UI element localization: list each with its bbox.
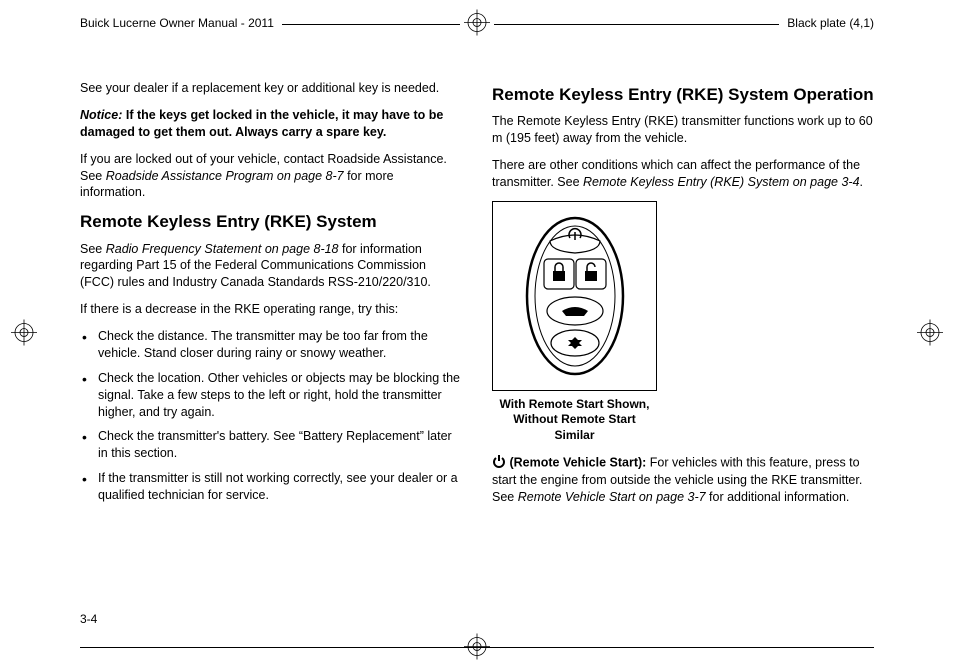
bullet-list: Check the distance. The transmitter may … [98, 328, 462, 504]
remote-start-icon [492, 454, 506, 473]
left-column: See your dealer if a replacement key or … [80, 80, 462, 608]
keyfob-illustration [492, 201, 657, 391]
footer-rule [80, 647, 874, 648]
header-right: Black plate (4,1) [779, 16, 874, 30]
body-text: The Remote Keyless Entry (RKE) transmitt… [492, 113, 874, 147]
content-columns: See your dealer if a replacement key or … [80, 80, 874, 608]
body-text: See Radio Frequency Statement on page 8‑… [80, 241, 462, 292]
body-text: (Remote Vehicle Start): For vehicles wit… [492, 454, 874, 507]
page-number: 3-4 [80, 612, 97, 626]
list-item: Check the transmitter's battery. See “Ba… [98, 428, 462, 462]
plate-info: Black plate (4,1) [779, 16, 874, 30]
remote-start-label: (Remote Vehicle Start): [506, 455, 646, 469]
notice-paragraph: Notice: If the keys get locked in the ve… [80, 107, 462, 141]
registration-mark-bottom [464, 634, 490, 663]
figure-caption: With Remote Start Shown, Without Remote … [492, 397, 657, 444]
text-fragment: See [80, 242, 106, 256]
body-text: See your dealer if a replacement key or … [80, 80, 462, 97]
list-item: Check the location. Other vehicles or ob… [98, 370, 462, 421]
text-fragment: . [860, 175, 863, 189]
list-item: If the transmitter is still not working … [98, 470, 462, 504]
registration-mark-left [11, 320, 37, 349]
cross-reference: Remote Keyless Entry (RKE) System on pag… [583, 175, 860, 189]
notice-label: Notice: [80, 108, 122, 122]
cross-reference: Remote Vehicle Start on page 3‑7 [518, 490, 706, 504]
body-text: If you are locked out of your vehicle, c… [80, 151, 462, 202]
manual-page: Buick Lucerne Owner Manual - 2011 Black … [0, 0, 954, 668]
registration-mark-right [917, 320, 943, 349]
section-heading: Remote Keyless Entry (RKE) System Operat… [492, 84, 874, 105]
notice-body: If the keys get locked in the vehicle, i… [80, 108, 443, 139]
registration-mark-top [460, 10, 494, 39]
list-item: Check the distance. The transmitter may … [98, 328, 462, 362]
cross-reference: Roadside Assistance Program on page 8‑7 [106, 169, 344, 183]
cross-reference: Radio Frequency Statement on page 8‑18 [106, 242, 339, 256]
header-left: Buick Lucerne Owner Manual - 2011 [80, 16, 779, 30]
section-heading: Remote Keyless Entry (RKE) System [80, 211, 462, 232]
right-column: Remote Keyless Entry (RKE) System Operat… [492, 80, 874, 608]
text-fragment: for additional information. [706, 490, 850, 504]
body-text: If there is a decrease in the RKE operat… [80, 301, 462, 318]
body-text: There are other conditions which can aff… [492, 157, 874, 191]
manual-title: Buick Lucerne Owner Manual - 2011 [80, 16, 282, 30]
